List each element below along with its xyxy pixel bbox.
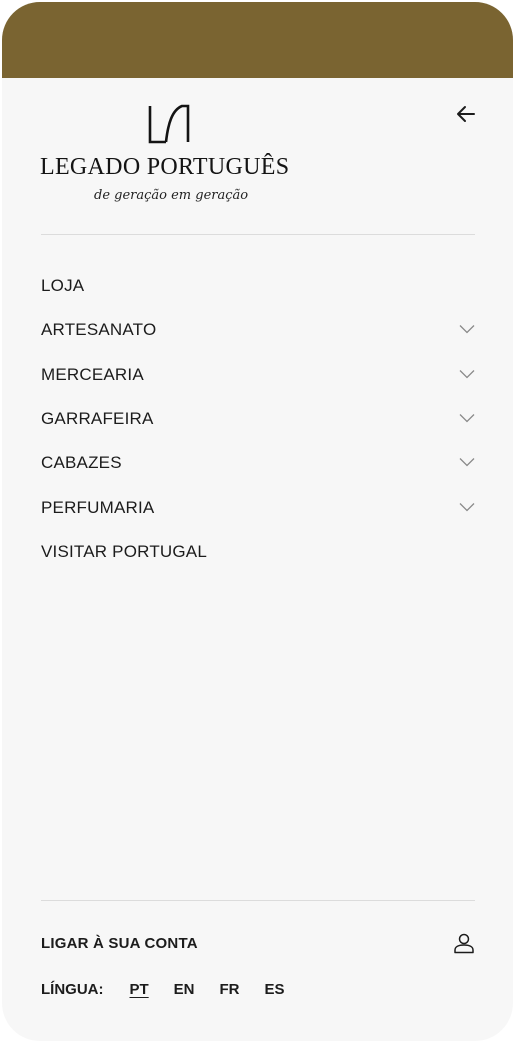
chevron-down-icon[interactable] [459, 413, 475, 423]
brand-logo[interactable]: LEGADO PORTUGUÊS de geração em geração [40, 100, 300, 210]
chevron-down-icon[interactable] [459, 324, 475, 334]
menu-item-label: LOJA [41, 276, 85, 296]
menu-item-cabazes[interactable]: CABAZES [41, 441, 475, 485]
top-bar [2, 2, 513, 78]
menu-item-label: CABAZES [41, 453, 122, 473]
menu-item-loja[interactable]: LOJA [41, 264, 475, 308]
menu-item-label: MERCEARIA [41, 364, 144, 384]
menu-item-perfumaria[interactable]: PERFUMARIA [41, 485, 475, 529]
menu-item-artesanato[interactable]: ARTESANATO [41, 308, 475, 352]
header-divider [41, 234, 475, 235]
user-icon [454, 933, 474, 954]
menu-item-label: ARTESANATO [41, 320, 157, 340]
menu-item-visitar-portugal[interactable]: VISITAR PORTUGAL [41, 530, 475, 574]
language-option-fr[interactable]: FR [220, 981, 240, 998]
chevron-down-icon[interactable] [459, 457, 475, 467]
language-label: LÍNGUA: [41, 980, 104, 998]
login-link[interactable]: LIGAR À SUA CONTA [41, 928, 475, 958]
language-option-en[interactable]: EN [174, 981, 195, 998]
menu-item-label: GARRAFEIRA [41, 409, 154, 429]
back-button[interactable] [454, 102, 478, 126]
chevron-down-icon[interactable] [459, 502, 475, 512]
language-option-es[interactable]: ES [265, 981, 285, 998]
menu-item-garrafeira[interactable]: GARRAFEIRA [41, 397, 475, 441]
arrow-left-icon [457, 106, 475, 122]
menu-item-label: VISITAR PORTUGAL [41, 541, 207, 561]
language-option-pt[interactable]: PT [130, 981, 149, 998]
login-label: LIGAR À SUA CONTA [41, 934, 198, 952]
brand-tagline: de geração em geração [94, 188, 249, 203]
main-menu: LOJA ARTESANATO MERCEARIA GARRAFEIRA CAB… [41, 264, 475, 574]
chevron-down-icon[interactable] [459, 369, 475, 379]
brand-name: LEGADO PORTUGUÊS [40, 154, 290, 180]
logo-monogram-icon [148, 104, 190, 144]
menu-item-label: PERFUMARIA [41, 497, 155, 517]
language-switcher: LÍNGUA: PT EN FR ES [41, 976, 310, 1002]
menu-item-mercearia[interactable]: MERCEARIA [41, 353, 475, 397]
footer-divider [41, 900, 475, 901]
mobile-menu-panel: LEGADO PORTUGUÊS de geração em geração L… [2, 2, 513, 1041]
